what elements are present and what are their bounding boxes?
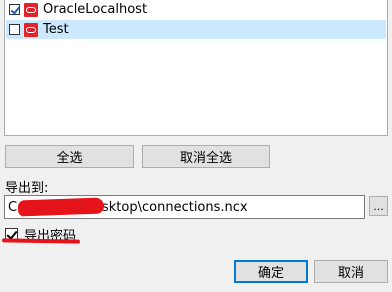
connection-list[interactable]: OracleLocalhost Test xyxy=(4,0,388,136)
export-to-label: 导出到: xyxy=(5,181,49,196)
oracle-db-icon xyxy=(24,22,38,37)
connection-item-oraclelocalhost[interactable]: OracleLocalhost xyxy=(6,0,386,19)
oracle-db-icon xyxy=(24,2,38,17)
browse-button[interactable]: ... xyxy=(369,196,388,216)
redaction-mark xyxy=(17,197,105,217)
deselect-all-button[interactable]: 取消全选 xyxy=(142,145,270,168)
connection-checkbox[interactable] xyxy=(9,4,20,15)
connection-label: OracleLocalhost xyxy=(43,2,148,17)
select-all-button[interactable]: 全选 xyxy=(5,145,134,168)
connection-label: Test xyxy=(43,22,69,37)
connection-checkbox[interactable] xyxy=(9,24,20,35)
ok-button[interactable]: 确定 xyxy=(234,260,308,283)
connection-item-test[interactable]: Test xyxy=(6,20,386,39)
cancel-button[interactable]: 取消 xyxy=(314,260,388,283)
